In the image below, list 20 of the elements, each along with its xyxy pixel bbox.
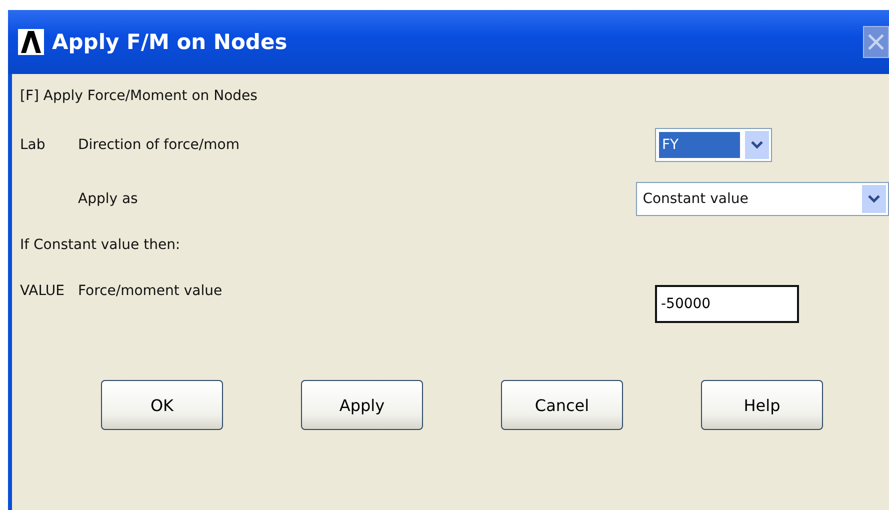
field-label: Force/moment value — [78, 283, 224, 299]
field-label: Apply as — [78, 191, 139, 207]
close-button[interactable] — [863, 26, 889, 58]
dialog-button[interactable]: Apply — [301, 380, 423, 430]
logo-icon — [18, 29, 44, 55]
dialog-button[interactable]: Help — [701, 380, 823, 430]
parameter-code: Lab — [20, 137, 46, 153]
dropdown[interactable]: Constant value — [636, 182, 889, 216]
chevron-down-icon — [745, 131, 769, 159]
dialog-heading: [F] Apply Force/Moment on Nodes — [20, 87, 258, 106]
window-title: Apply F/M on Nodes — [52, 30, 288, 54]
field-label: Direction of force/mom — [78, 137, 240, 153]
chevron-down-icon — [862, 185, 886, 213]
dialog-button[interactable]: OK — [101, 380, 223, 430]
dropdown[interactable]: FY — [655, 128, 772, 162]
close-icon — [866, 32, 886, 52]
parameter-code: VALUE — [20, 283, 66, 299]
section-note: If Constant value then: — [20, 237, 180, 253]
dialog-button[interactable]: Cancel — [501, 380, 623, 430]
value-input[interactable]: -50000 — [655, 285, 799, 323]
